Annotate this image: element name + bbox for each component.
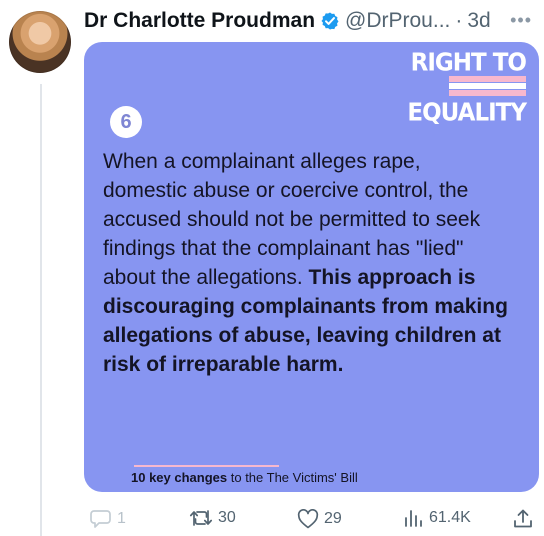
flag-stripe bbox=[449, 90, 526, 96]
card-body-text: When a complainant alleges rape, domesti… bbox=[103, 147, 508, 379]
retweet-button[interactable]: 30 bbox=[189, 508, 236, 528]
tweet-header: Dr Charlotte Proudman @DrProu... · 3d bbox=[84, 7, 491, 35]
flag-stripe bbox=[449, 83, 526, 89]
more-icon[interactable]: ••• bbox=[510, 10, 532, 31]
views-icon bbox=[405, 510, 422, 527]
display-name[interactable]: Dr Charlotte Proudman bbox=[84, 9, 315, 33]
handle[interactable]: @DrProu... bbox=[345, 9, 450, 33]
footer-divider bbox=[134, 465, 279, 467]
views-count: 61.4K bbox=[429, 509, 471, 526]
retweet-count: 30 bbox=[218, 509, 236, 526]
reply-button[interactable]: 1 bbox=[90, 509, 126, 529]
number-badge: 6 bbox=[110, 106, 142, 138]
footer-bold-text: 10 key changes bbox=[131, 470, 228, 485]
views-button[interactable]: 61.4K bbox=[402, 508, 471, 528]
share-icon bbox=[514, 509, 532, 528]
like-count: 29 bbox=[324, 510, 342, 527]
timestamp[interactable]: 3d bbox=[467, 9, 490, 33]
tweet-image-card[interactable]: RIGHT TO EQUALITY 6 When a complainant a… bbox=[84, 42, 539, 492]
separator: · bbox=[455, 9, 463, 32]
brand-bottom: EQUALITY bbox=[407, 98, 527, 128]
card-footer: 10 key changes to the The Victims' Bill bbox=[131, 470, 358, 485]
avatar[interactable] bbox=[9, 11, 71, 73]
retweet-icon bbox=[189, 510, 213, 526]
tweet-actions: 1 30 29 61.4K bbox=[84, 508, 539, 530]
verified-badge-icon bbox=[321, 12, 339, 30]
share-button[interactable] bbox=[512, 508, 534, 530]
reply-icon bbox=[90, 510, 111, 528]
heart-icon bbox=[297, 509, 319, 529]
brand-top: RIGHT TO bbox=[410, 48, 527, 78]
thread-line bbox=[40, 84, 42, 536]
flag-stripe bbox=[449, 76, 526, 82]
footer-rest-text: to the The Victims' Bill bbox=[227, 470, 358, 485]
like-button[interactable]: 29 bbox=[297, 509, 342, 529]
reply-count: 1 bbox=[117, 510, 126, 527]
